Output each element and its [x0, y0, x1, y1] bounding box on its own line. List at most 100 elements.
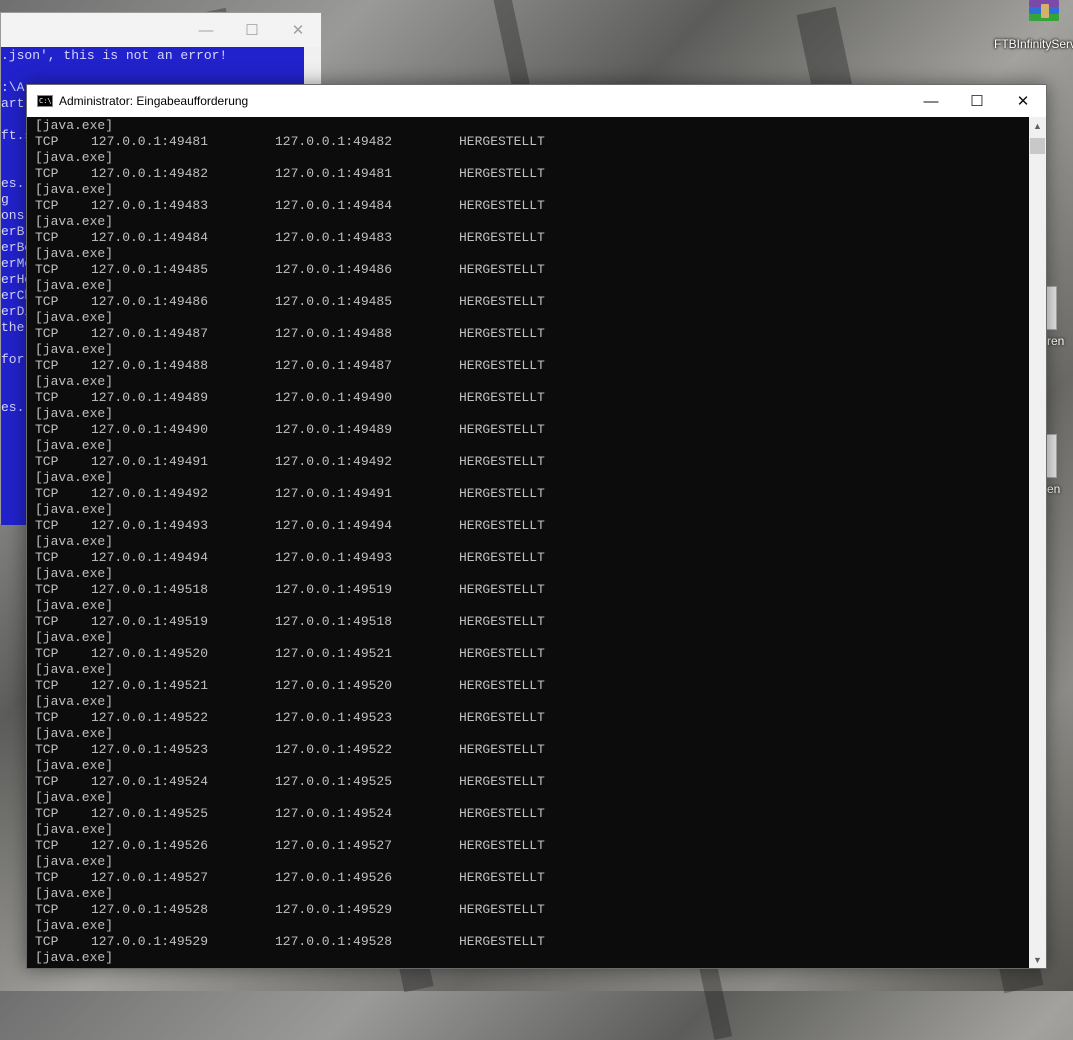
console-line-process: [java.exe]: [35, 342, 114, 357]
connection-row: TCP 127.0.0.1:49493 127.0.0.1:49494 HERGEST…: [27, 518, 1027, 534]
connection-row: TCP 127.0.0.1:49525 127.0.0.1:49524 HERGEST…: [27, 806, 1027, 822]
connection-local: 127.0.0.1:49526: [91, 838, 209, 853]
connection-local: 127.0.0.1:49523: [91, 742, 209, 757]
close-button[interactable]: ✕: [275, 13, 321, 47]
connection-remote: 127.0.0.1:49522: [275, 742, 393, 757]
connection-remote: 127.0.0.1:49487: [275, 358, 393, 373]
scroll-up-button[interactable]: ▲: [1029, 117, 1046, 134]
connection-state: HERGESTELLT: [459, 198, 545, 213]
close-button[interactable]: ✕: [1000, 85, 1046, 117]
connection-state: HERGESTELLT: [459, 166, 545, 181]
background-console-line: ons: [1, 208, 25, 223]
connection-remote: 127.0.0.1:49494: [275, 518, 393, 533]
connection-proto: TCP: [35, 134, 59, 149]
background-window-titlebar[interactable]: — ☐ ✕: [1, 13, 321, 47]
window-titlebar[interactable]: C:\ Administrator: Eingabeaufforderung —…: [27, 85, 1046, 117]
connection-local: 127.0.0.1:49481: [91, 134, 209, 149]
console-app-icon[interactable]: C:\: [37, 95, 53, 107]
connection-state: HERGESTELLT: [459, 294, 545, 309]
connection-remote: 127.0.0.1:49488: [275, 326, 393, 341]
connection-local: 127.0.0.1:49485: [91, 262, 209, 277]
connection-remote: 127.0.0.1:49521: [275, 646, 393, 661]
connection-proto: TCP: [35, 422, 59, 437]
connection-state: HERGESTELLT: [459, 326, 545, 341]
connection-remote: 127.0.0.1:49483: [275, 230, 393, 245]
connection-state: HERGESTELLT: [459, 870, 545, 885]
console-line-process: [java.exe]: [35, 854, 114, 869]
connection-remote: 127.0.0.1:49528: [275, 934, 393, 949]
connection-row: TCP 127.0.0.1:49492 127.0.0.1:49491 HERGEST…: [27, 486, 1027, 502]
connection-remote: 127.0.0.1:49485: [275, 294, 393, 309]
console-line-process: [java.exe]: [35, 950, 114, 965]
connection-row: TCP 127.0.0.1:49489 127.0.0.1:49490 HERGEST…: [27, 390, 1027, 406]
connection-state: HERGESTELLT: [459, 614, 545, 629]
maximize-button[interactable]: ☐: [229, 13, 275, 47]
connection-local: 127.0.0.1:49488: [91, 358, 209, 373]
connection-row: TCP 127.0.0.1:49528 127.0.0.1:49529 HERGEST…: [27, 902, 1027, 918]
connection-remote: 127.0.0.1:49491: [275, 486, 393, 501]
connection-state: HERGESTELLT: [459, 806, 545, 821]
connection-proto: TCP: [35, 230, 59, 245]
window-controls: — ☐ ✕: [908, 85, 1046, 117]
scroll-down-button[interactable]: ▼: [1029, 951, 1046, 968]
connection-local: 127.0.0.1:49522: [91, 710, 209, 725]
console-line-process: [java.exe]: [35, 822, 114, 837]
connection-row: TCP 127.0.0.1:49521 127.0.0.1:49520 HERGEST…: [27, 678, 1027, 694]
console-line-process: [java.exe]: [35, 534, 114, 549]
connection-row: TCP 127.0.0.1:49481 127.0.0.1:49482 HERGEST…: [27, 134, 1027, 150]
connection-proto: TCP: [35, 678, 59, 693]
connection-remote: 127.0.0.1:49520: [275, 678, 393, 693]
connection-remote: 127.0.0.1:49518: [275, 614, 393, 629]
connection-proto: TCP: [35, 358, 59, 373]
connection-row: TCP 127.0.0.1:49523 127.0.0.1:49522 HERGEST…: [27, 742, 1027, 758]
connection-state: HERGESTELLT: [459, 454, 545, 469]
minimize-button[interactable]: —: [908, 85, 954, 117]
maximize-button[interactable]: ☐: [954, 85, 1000, 117]
connection-local: 127.0.0.1:49524: [91, 774, 209, 789]
connection-state: HERGESTELLT: [459, 934, 545, 949]
connection-remote: 127.0.0.1:49486: [275, 262, 393, 277]
minimize-button[interactable]: —: [183, 13, 229, 47]
connection-remote: 127.0.0.1:49519: [275, 582, 393, 597]
connection-row: TCP 127.0.0.1:49518 127.0.0.1:49519 HERGEST…: [27, 582, 1027, 598]
connection-remote: 127.0.0.1:49525: [275, 774, 393, 789]
connection-state: HERGESTELLT: [459, 646, 545, 661]
connection-remote: 127.0.0.1:49489: [275, 422, 393, 437]
console-line-process: [java.exe]: [35, 758, 114, 773]
connection-state: HERGESTELLT: [459, 710, 545, 725]
connection-remote: 127.0.0.1:49529: [275, 902, 393, 917]
console-line-process: [java.exe]: [35, 662, 114, 677]
console-line-process: [java.exe]: [35, 118, 114, 133]
desktop-icon-label: FTBInfinityServ: [994, 37, 1073, 51]
background-console-line: .json', this is not an error!: [1, 48, 228, 63]
connection-state: HERGESTELLT: [459, 678, 545, 693]
console-line-process: [java.exe]: [35, 566, 114, 581]
desktop-icon-ftbinfinity[interactable]: FTBInfinityServ: [994, 0, 1073, 51]
connection-proto: TCP: [35, 742, 59, 757]
scroll-thumb[interactable]: [1030, 138, 1045, 154]
desktop-icon-partial-label: en: [1047, 482, 1061, 496]
connection-state: HERGESTELLT: [459, 742, 545, 757]
connection-remote: 127.0.0.1:49484: [275, 198, 393, 213]
window-title: Administrator: Eingabeaufforderung: [59, 94, 249, 108]
connection-proto: TCP: [35, 614, 59, 629]
console-output[interactable]: [java.exe] TCP 127.0.0.1:49481 127.0.0.1:4…: [27, 117, 1029, 968]
connection-proto: TCP: [35, 582, 59, 597]
archive-icon: [1021, 0, 1061, 26]
background-window-controls: — ☐ ✕: [183, 13, 321, 47]
connection-proto: TCP: [35, 838, 59, 853]
connection-remote: 127.0.0.1:49526: [275, 870, 393, 885]
command-prompt-window[interactable]: C:\ Administrator: Eingabeaufforderung —…: [26, 84, 1047, 969]
connection-row: TCP 127.0.0.1:49488 127.0.0.1:49487 HERGEST…: [27, 358, 1027, 374]
console-line-process: [java.exe]: [35, 502, 114, 517]
connection-proto: TCP: [35, 454, 59, 469]
connection-state: HERGESTELLT: [459, 486, 545, 501]
console-line-process: [java.exe]: [35, 790, 114, 805]
connection-state: HERGESTELLT: [459, 358, 545, 373]
connection-state: HERGESTELLT: [459, 230, 545, 245]
connection-local: 127.0.0.1:49482: [91, 166, 209, 181]
connection-proto: TCP: [35, 934, 59, 949]
console-line-process: [java.exe]: [35, 182, 114, 197]
connection-local: 127.0.0.1:49486: [91, 294, 209, 309]
vertical-scrollbar[interactable]: ▲ ▼: [1029, 117, 1046, 968]
